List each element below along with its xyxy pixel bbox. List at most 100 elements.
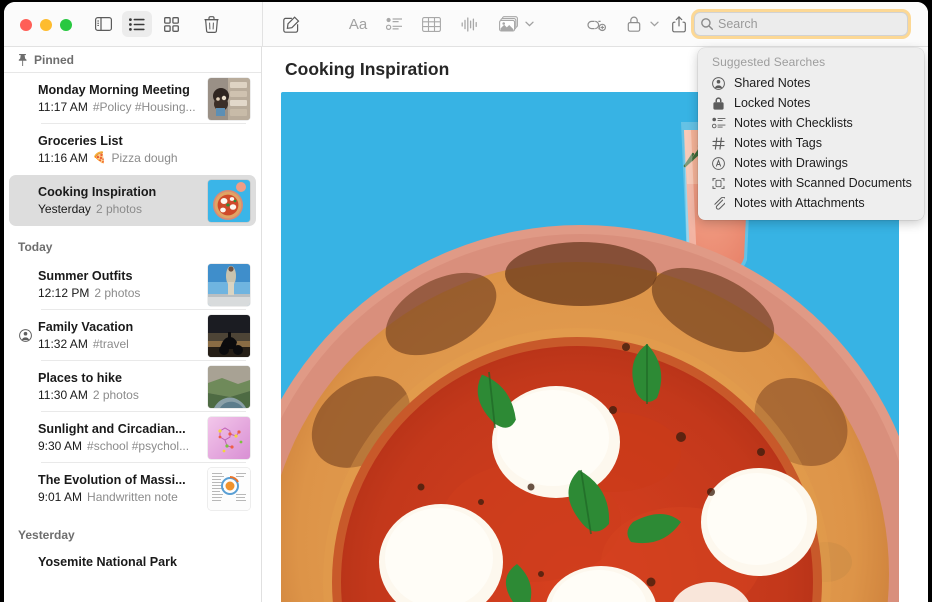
note-snippet: Handwritten note [87, 489, 178, 505]
close-button[interactable] [20, 19, 32, 31]
media-button[interactable] [494, 11, 534, 37]
note-title: Sunlight and Circadian... [38, 421, 202, 437]
search-input[interactable] [718, 17, 888, 31]
gallery-view-button[interactable] [156, 11, 186, 37]
table-button[interactable] [416, 11, 446, 37]
lock-icon [710, 95, 727, 111]
hash-icon [710, 135, 727, 151]
note-list-sidebar[interactable]: Pinned Monday Morning Meeting 11:17 AM #… [4, 47, 262, 602]
minimize-button[interactable] [40, 19, 52, 31]
shared-person-icon [710, 75, 727, 91]
suggestion-label: Shared Notes [734, 76, 810, 90]
suggestions-header: Suggested Searches [698, 53, 924, 73]
group-title: Pinned [34, 53, 74, 67]
note-title: Groceries List [38, 133, 250, 149]
note-time: Yesterday [38, 201, 91, 217]
note-snippet: 2 photos [93, 387, 139, 403]
note-thumbnail [208, 468, 250, 510]
note-time: 11:30 AM [38, 387, 88, 403]
note-thumbnail [208, 264, 250, 306]
note-time: 11:16 AM [38, 150, 88, 166]
suggestion-notes-with-scanned-documents[interactable]: Notes with Scanned Documents [698, 173, 924, 193]
note-thumbnail [208, 315, 250, 357]
window-controls [20, 19, 72, 31]
suggestion-label: Notes with Tags [734, 136, 822, 150]
note-row[interactable]: Family Vacation 11:32 AM #travel [9, 310, 256, 361]
note-emoji: 🍕 [93, 150, 107, 166]
note-title: Cooking Inspiration [38, 184, 202, 200]
share-button[interactable] [664, 11, 694, 37]
suggestion-locked-notes[interactable]: Locked Notes [698, 93, 924, 113]
suggested-searches-dropdown[interactable]: Suggested Searches Shared Notes Locked N… [698, 48, 924, 220]
group-header-today: Today [4, 234, 261, 259]
note-row[interactable]: Yosemite National Park [9, 547, 256, 577]
note-snippet: Pizza dough [112, 150, 178, 166]
note-row[interactable]: Groceries List 11:16 AM 🍕 Pizza dough [9, 124, 256, 175]
drawing-icon [710, 155, 727, 171]
paperclip-icon [710, 195, 727, 211]
note-row[interactable]: Monday Morning Meeting 11:17 AM #Policy … [9, 73, 256, 124]
suggestion-label: Notes with Scanned Documents [734, 176, 912, 190]
checklist-button[interactable] [379, 11, 409, 37]
suggestion-label: Notes with Attachments [734, 196, 865, 210]
suggestion-notes-with-tags[interactable]: Notes with Tags [698, 133, 924, 153]
chevron-down-icon [525, 21, 534, 27]
lock-note-button[interactable] [619, 11, 659, 37]
note-row[interactable]: Sunlight and Circadian... 9:30 AM #schoo… [9, 412, 256, 463]
pin-icon [18, 54, 27, 66]
group-title: Today [18, 240, 52, 254]
note-thumbnail [208, 180, 250, 222]
suggestion-shared-notes[interactable]: Shared Notes [698, 73, 924, 93]
group-title: Yesterday [18, 528, 75, 542]
group-header-yesterday: Yesterday [4, 522, 261, 547]
note-title: Summer Outfits [38, 268, 202, 284]
note-snippet: #school #psychol... [87, 438, 189, 454]
suggestion-notes-with-checklists[interactable]: Notes with Checklists [698, 113, 924, 133]
note-row[interactable]: Summer Outfits 12:12 PM 2 photos [9, 259, 256, 310]
note-title: Monday Morning Meeting [38, 82, 202, 98]
scan-icon [710, 175, 727, 191]
note-title: Places to hike [38, 370, 202, 386]
notes-window: Aa [4, 2, 928, 602]
note-thumbnail [208, 78, 250, 120]
note-time: 9:01 AM [38, 489, 82, 505]
note-title: The Evolution of Massi... [38, 472, 202, 488]
new-note-button[interactable] [276, 11, 306, 37]
search-icon [701, 18, 713, 30]
shared-person-icon [19, 329, 34, 342]
search-field[interactable] [694, 12, 908, 36]
suggestion-notes-with-drawings[interactable]: Notes with Drawings [698, 153, 924, 173]
note-row[interactable]: The Evolution of Massi... 9:01 AM Handwr… [9, 463, 256, 514]
note-time: 11:32 AM [38, 336, 88, 352]
note-snippet: 2 photos [94, 285, 140, 301]
checklist-icon [710, 115, 727, 131]
collaborate-button[interactable] [582, 11, 612, 37]
note-time: 12:12 PM [38, 285, 89, 301]
note-title: Yosemite National Park [38, 554, 250, 570]
note-time: 9:30 AM [38, 438, 82, 454]
search-field-wrapper [694, 12, 908, 36]
note-row[interactable]: Places to hike 11:30 AM 2 photos [9, 361, 256, 412]
format-label: Aa [349, 16, 367, 33]
group-header-pinned: Pinned [4, 47, 261, 73]
delete-note-button[interactable] [196, 11, 226, 37]
note-snippet: 2 photos [96, 201, 142, 217]
note-title: Family Vacation [38, 319, 202, 335]
audio-button[interactable] [454, 11, 484, 37]
suggestion-notes-with-attachments[interactable]: Notes with Attachments [698, 193, 924, 213]
sidebar-toggle-button[interactable] [88, 11, 118, 37]
note-snippet: #Policy #Housing... [93, 99, 196, 115]
suggestion-label: Notes with Drawings [734, 156, 848, 170]
format-button[interactable]: Aa [341, 11, 375, 37]
suggestion-label: Notes with Checklists [734, 116, 853, 130]
note-row-selected[interactable]: Cooking Inspiration Yesterday 2 photos [9, 175, 256, 226]
note-snippet: #travel [93, 336, 129, 352]
zoom-button[interactable] [60, 19, 72, 31]
note-thumbnail [208, 417, 250, 459]
note-thumbnail [208, 366, 250, 408]
note-time: 11:17 AM [38, 99, 88, 115]
chevron-down-icon [650, 21, 659, 27]
list-view-button[interactable] [122, 11, 152, 37]
toolbar: Aa [4, 2, 928, 47]
suggestion-label: Locked Notes [734, 96, 810, 110]
